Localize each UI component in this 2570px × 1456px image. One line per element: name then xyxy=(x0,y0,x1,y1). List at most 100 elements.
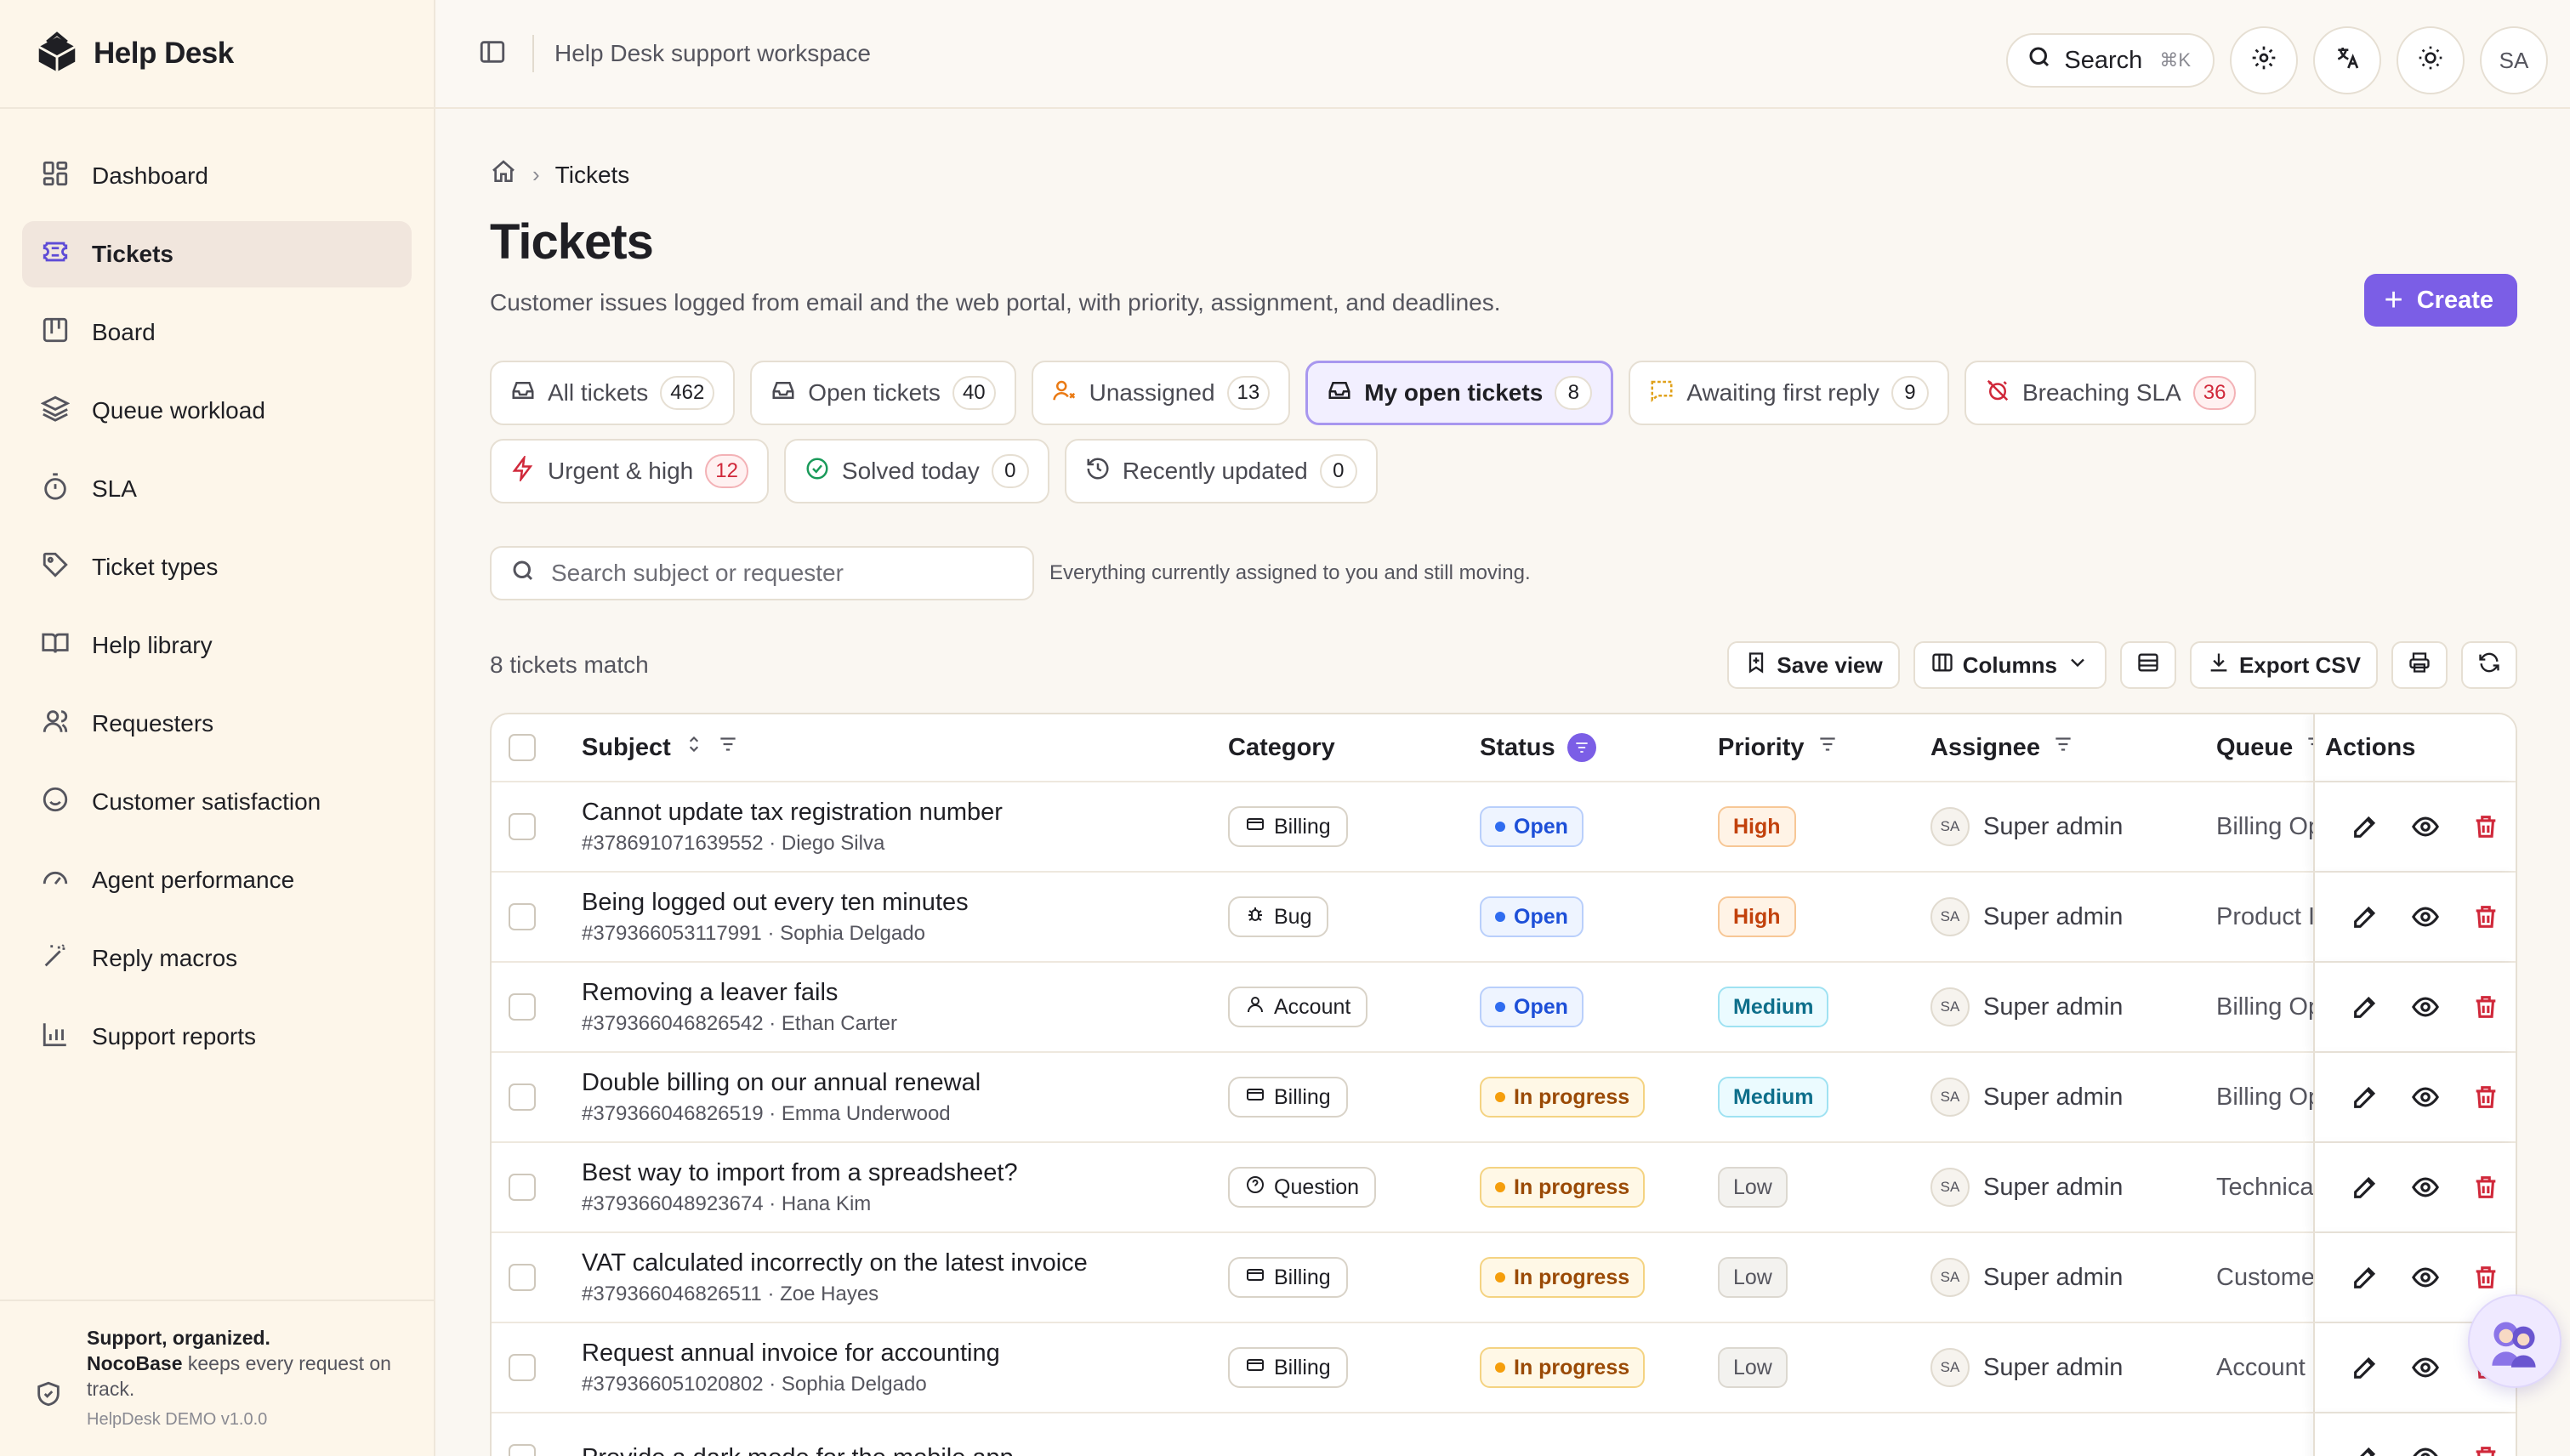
ticket-subject[interactable]: Request annual invoice for accounting xyxy=(582,1339,1228,1368)
delete-icon[interactable] xyxy=(2455,812,2516,841)
row-checkbox[interactable] xyxy=(509,1354,536,1381)
view-icon[interactable] xyxy=(2396,1353,2456,1382)
settings-button[interactable] xyxy=(2230,26,2298,94)
table-row[interactable]: Provide a dark mode for the mobile app xyxy=(492,1413,2516,1456)
ticket-subject[interactable]: Being logged out every ten minutes xyxy=(582,889,1228,917)
delete-icon[interactable] xyxy=(2455,1263,2516,1292)
row-checkbox[interactable] xyxy=(509,993,536,1021)
ticket-subject[interactable]: Removing a leaver fails xyxy=(582,979,1228,1007)
view-open-tickets[interactable]: Open tickets 40 xyxy=(750,361,1016,425)
ticket-search[interactable] xyxy=(490,546,1034,600)
sidebar-item-sla[interactable]: SLA xyxy=(22,456,412,522)
view-my-open-tickets[interactable]: My open tickets 8 xyxy=(1305,361,1614,425)
save-view-button[interactable]: Save view xyxy=(1727,641,1900,689)
column-priority[interactable]: Priority xyxy=(1718,733,1930,762)
view-awaiting-first-reply[interactable]: Awaiting first reply 9 xyxy=(1629,361,1949,425)
table-row[interactable]: Cannot update tax registration number #37… xyxy=(492,782,2516,873)
ticket-subject[interactable]: Cannot update tax registration number xyxy=(582,799,1228,827)
ticket-subject[interactable]: Best way to import from a spreadsheet? xyxy=(582,1159,1228,1187)
delete-icon[interactable] xyxy=(2455,902,2516,931)
export-csv-button[interactable]: Export CSV xyxy=(2189,641,2378,689)
table-row[interactable]: Request annual invoice for accounting #37… xyxy=(492,1323,2516,1413)
edit-icon[interactable] xyxy=(2335,1443,2396,1456)
column-category[interactable]: Category xyxy=(1228,734,1480,762)
search-input[interactable] xyxy=(551,560,1027,587)
row-checkbox[interactable] xyxy=(509,813,536,840)
sidebar-item-requesters[interactable]: Requesters xyxy=(22,691,412,757)
column-status[interactable]: Status xyxy=(1480,733,1718,762)
view-icon[interactable] xyxy=(2396,1083,2456,1112)
filter-icon[interactable] xyxy=(2052,733,2074,762)
delete-icon[interactable] xyxy=(2455,1083,2516,1112)
column-queue[interactable]: Queue xyxy=(2216,733,2323,762)
edit-icon[interactable] xyxy=(2335,902,2396,931)
edit-icon[interactable] xyxy=(2335,992,2396,1021)
edit-icon[interactable] xyxy=(2335,1353,2396,1382)
ticket-subject[interactable]: Provide a dark mode for the mobile app xyxy=(582,1444,1228,1456)
sidebar-item-queue-workload[interactable]: Queue workload xyxy=(22,378,412,444)
view-icon[interactable] xyxy=(2396,1263,2456,1292)
view-unassigned[interactable]: Unassigned 13 xyxy=(1031,361,1291,425)
row-checkbox[interactable] xyxy=(509,1174,536,1201)
view-icon[interactable] xyxy=(2396,902,2456,931)
table-row[interactable]: Being logged out every ten minutes #37936… xyxy=(492,873,2516,963)
active-filter-icon[interactable] xyxy=(1566,733,1596,762)
delete-icon[interactable] xyxy=(2455,1443,2516,1456)
column-assignee[interactable]: Assignee xyxy=(1930,733,2216,762)
sidebar-item-support-reports[interactable]: Support reports xyxy=(22,1004,412,1070)
print-button[interactable] xyxy=(2391,641,2448,689)
footer-version: HelpDesk DEMO v1.0.0 xyxy=(87,1410,268,1429)
view-icon[interactable] xyxy=(2396,992,2456,1021)
table-row[interactable]: Removing a leaver fails #379366046826542 … xyxy=(492,963,2516,1053)
view-solved-today[interactable]: Solved today 0 xyxy=(783,439,1049,503)
filter-icon[interactable] xyxy=(717,733,739,762)
delete-icon[interactable] xyxy=(2455,1173,2516,1202)
density-button[interactable] xyxy=(2119,641,2176,689)
sidebar-item-help-library[interactable]: Help library xyxy=(22,612,412,679)
refresh-button[interactable] xyxy=(2461,641,2517,689)
filter-icon[interactable] xyxy=(1817,733,1839,762)
delete-icon[interactable] xyxy=(2455,992,2516,1021)
sidebar-item-agent-performance[interactable]: Agent performance xyxy=(22,847,412,913)
row-checkbox[interactable] xyxy=(509,1444,536,1456)
view-all-tickets[interactable]: All tickets 462 xyxy=(490,361,736,425)
view-breaching-sla[interactable]: Breaching SLA 36 xyxy=(1964,361,2257,425)
sidebar-item-reply-macros[interactable]: Reply macros xyxy=(22,925,412,992)
sidebar-toggle-icon[interactable] xyxy=(478,37,507,71)
view-urgent-high[interactable]: Urgent & high 12 xyxy=(490,439,769,503)
global-search-button[interactable]: Search ⌘K xyxy=(2006,33,2215,88)
view-icon[interactable] xyxy=(2396,1443,2456,1456)
create-button[interactable]: + Create xyxy=(2363,274,2517,327)
select-all-checkbox[interactable] xyxy=(509,734,536,761)
row-actions xyxy=(2313,873,2516,961)
view-icon[interactable] xyxy=(2396,1173,2456,1202)
edit-icon[interactable] xyxy=(2335,812,2396,841)
sidebar-item-board[interactable]: Board xyxy=(22,299,412,366)
row-checkbox[interactable] xyxy=(509,1264,536,1291)
view-icon[interactable] xyxy=(2396,812,2456,841)
column-subject[interactable]: Subject xyxy=(582,733,1228,762)
home-icon[interactable] xyxy=(490,158,517,191)
edit-icon[interactable] xyxy=(2335,1263,2396,1292)
theme-toggle-button[interactable] xyxy=(2397,26,2465,94)
ticket-subject[interactable]: Double billing on our annual renewal xyxy=(582,1069,1228,1097)
user-avatar[interactable]: SA xyxy=(2480,26,2548,94)
sidebar-item-tickets[interactable]: Tickets xyxy=(22,221,412,287)
table-row[interactable]: VAT calculated incorrectly on the latest… xyxy=(492,1233,2516,1323)
assistant-avatar[interactable] xyxy=(2468,1294,2561,1388)
edit-icon[interactable] xyxy=(2335,1173,2396,1202)
row-checkbox[interactable] xyxy=(509,903,536,930)
view-recently-updated[interactable]: Recently updated 0 xyxy=(1064,439,1378,503)
edit-icon[interactable] xyxy=(2335,1083,2396,1112)
brand[interactable]: Help Desk xyxy=(0,0,434,109)
table-row[interactable]: Best way to import from a spreadsheet? #3… xyxy=(492,1143,2516,1233)
sort-icon[interactable] xyxy=(683,733,705,762)
table-row[interactable]: Double billing on our annual renewal #379… xyxy=(492,1053,2516,1143)
row-checkbox[interactable] xyxy=(509,1083,536,1111)
language-button[interactable] xyxy=(2313,26,2381,94)
sidebar-item-dashboard[interactable]: Dashboard xyxy=(22,143,412,209)
sidebar-item-customer-satisfaction[interactable]: Customer satisfaction xyxy=(22,769,412,835)
sidebar-item-ticket-types[interactable]: Ticket types xyxy=(22,534,412,600)
ticket-subject[interactable]: VAT calculated incorrectly on the latest… xyxy=(582,1249,1228,1277)
columns-button[interactable]: Columns xyxy=(1913,641,2107,689)
